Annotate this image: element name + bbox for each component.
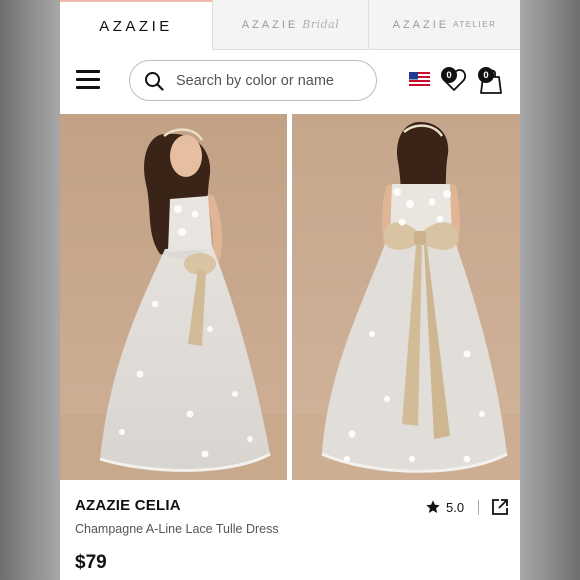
- us-flag-icon[interactable]: [409, 72, 430, 86]
- share-button[interactable]: [491, 498, 509, 516]
- cart-count-badge: 0: [478, 67, 494, 83]
- product-image-back[interactable]: [292, 114, 520, 480]
- search-input[interactable]: [174, 71, 368, 90]
- rating-divider: [478, 499, 480, 515]
- product-rating: 5.0: [425, 498, 509, 516]
- tab-atelier-accent: ATELIER: [453, 20, 497, 29]
- search-bar[interactable]: [129, 60, 377, 101]
- product-description: Champagne A-Line Lace Tulle Dress: [75, 522, 279, 536]
- tab-azazie-atelier[interactable]: AZAZIE ATELIER: [368, 0, 520, 50]
- cart-button[interactable]: 0: [478, 65, 504, 95]
- brand-tabs: AZAZIE AZAZIE Bridal AZAZIE ATELIER: [60, 0, 520, 50]
- wishlist-count-badge: 0: [441, 67, 457, 83]
- app-screen: AZAZIE AZAZIE Bridal AZAZIE ATELIER Sear…: [60, 0, 520, 580]
- tab-azazie-label: AZAZIE: [99, 17, 173, 35]
- product-image-side[interactable]: [60, 114, 287, 480]
- tab-bridal-label: AZAZIE: [241, 18, 299, 31]
- tab-azazie[interactable]: AZAZIE: [60, 0, 212, 50]
- menu-icon[interactable]: [76, 70, 100, 90]
- product-price: $79: [75, 552, 107, 573]
- wishlist-button[interactable]: 0: [441, 65, 467, 93]
- tab-bridal-accent: Bridal: [302, 18, 340, 31]
- share-icon: [492, 499, 508, 515]
- tab-atelier-label: AZAZIE: [392, 18, 450, 31]
- star-icon: [426, 500, 440, 513]
- search-icon: [145, 71, 164, 91]
- tab-azazie-bridal[interactable]: AZAZIE Bridal: [212, 0, 368, 50]
- product-name: AZAZIE CELIA: [75, 497, 181, 514]
- left-backdrop: [0, 0, 60, 580]
- rating-value: 5.0: [446, 499, 465, 515]
- header: 0 0: [60, 50, 520, 112]
- right-backdrop: [520, 0, 580, 580]
